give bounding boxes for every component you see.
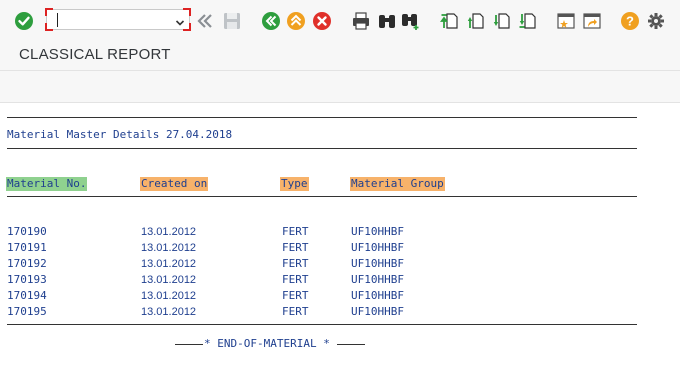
divider bbox=[7, 324, 637, 325]
first-page-icon[interactable] bbox=[440, 11, 460, 31]
report-output: Material Master Details 27.04.2018 Mater… bbox=[0, 103, 680, 391]
type-cell: FERT bbox=[282, 273, 309, 286]
created-on-cell: 13.01.2012 bbox=[141, 242, 197, 254]
type-cell: FERT bbox=[282, 305, 309, 318]
table-row[interactable]: 170192 13.01.2012 FERT UF10HHBF bbox=[0, 256, 680, 272]
material-no-cell[interactable]: 170192 bbox=[7, 256, 47, 272]
divider bbox=[7, 148, 637, 149]
command-field[interactable] bbox=[45, 8, 191, 33]
created-on-cell: 13.01.2012 bbox=[141, 274, 197, 286]
material-group-cell: UF10HHBF bbox=[351, 273, 404, 286]
material-group-cell: UF10HHBF bbox=[351, 241, 404, 254]
material-no-cell[interactable]: 170190 bbox=[7, 224, 47, 240]
divider bbox=[7, 117, 637, 118]
divider bbox=[7, 196, 637, 197]
material-group-cell: UF10HHBF bbox=[351, 225, 404, 238]
enter-check-icon[interactable] bbox=[14, 11, 34, 31]
material-no-cell[interactable]: 170193 bbox=[7, 272, 47, 288]
table-row[interactable]: 170195 13.01.2012 FERT UF10HHBF bbox=[0, 304, 680, 320]
create-session-icon[interactable] bbox=[556, 11, 576, 31]
created-on-cell: 13.01.2012 bbox=[141, 306, 197, 318]
standard-toolbar: ? bbox=[0, 0, 680, 40]
table-row[interactable]: 170193 13.01.2012 FERT UF10HHBF bbox=[0, 272, 680, 288]
type-cell: FERT bbox=[282, 289, 309, 302]
back-double-chevron-icon[interactable] bbox=[195, 11, 215, 31]
find-binoculars-icon[interactable] bbox=[377, 11, 397, 31]
application-toolbar bbox=[0, 71, 680, 103]
column-header-material-no: Material No. bbox=[6, 177, 88, 191]
print-icon[interactable] bbox=[351, 11, 371, 31]
table-row[interactable]: 170190 13.01.2012 FERT UF10HHBF bbox=[0, 224, 680, 240]
created-on-cell: 13.01.2012 bbox=[141, 290, 197, 302]
back-icon[interactable] bbox=[261, 11, 281, 31]
column-header-created-on: Created on bbox=[140, 177, 209, 191]
material-no-cell[interactable]: 170195 bbox=[7, 304, 47, 320]
column-header-type: Type bbox=[280, 177, 309, 191]
cancel-icon[interactable] bbox=[312, 11, 332, 31]
previous-page-icon[interactable] bbox=[466, 11, 486, 31]
title-bar: CLASSICAL REPORT bbox=[0, 40, 680, 71]
text-cursor bbox=[57, 13, 58, 27]
type-cell: FERT bbox=[282, 257, 309, 270]
exit-up-icon[interactable] bbox=[286, 11, 306, 31]
sap-gui-window: ? CLASSICAL REPORT Material Master Detai… bbox=[0, 0, 680, 391]
customize-settings-icon[interactable] bbox=[646, 11, 666, 31]
footer-rule-left bbox=[175, 344, 203, 345]
material-group-cell: UF10HHBF bbox=[351, 289, 404, 302]
created-on-cell: 13.01.2012 bbox=[141, 226, 197, 238]
table-row[interactable]: 170191 13.01.2012 FERT UF10HHBF bbox=[0, 240, 680, 256]
material-no-cell[interactable]: 170191 bbox=[7, 240, 47, 256]
report-heading: Material Master Details 27.04.2018 bbox=[7, 128, 233, 141]
column-header-material-group: Material Group bbox=[350, 177, 445, 191]
material-group-cell: UF10HHBF bbox=[351, 305, 404, 318]
footer-rule-right bbox=[337, 344, 365, 345]
table-row[interactable]: 170194 13.01.2012 FERT UF10HHBF bbox=[0, 288, 680, 304]
material-no-cell[interactable]: 170194 bbox=[7, 288, 47, 304]
next-page-icon[interactable] bbox=[492, 11, 512, 31]
help-icon[interactable]: ? bbox=[620, 11, 640, 31]
created-on-cell: 13.01.2012 bbox=[141, 258, 197, 270]
save-icon[interactable] bbox=[222, 11, 242, 31]
type-cell: FERT bbox=[282, 241, 309, 254]
find-next-binoculars-icon[interactable] bbox=[401, 11, 421, 31]
create-shortcut-icon[interactable] bbox=[582, 11, 602, 31]
chevron-down-icon[interactable] bbox=[175, 15, 185, 33]
end-of-material-label: * END-OF-MATERIAL * bbox=[204, 337, 330, 350]
material-group-cell: UF10HHBF bbox=[351, 257, 404, 270]
last-page-icon[interactable] bbox=[518, 11, 538, 31]
page-title: CLASSICAL REPORT bbox=[19, 46, 171, 63]
svg-text:?: ? bbox=[626, 14, 634, 29]
type-cell: FERT bbox=[282, 225, 309, 238]
